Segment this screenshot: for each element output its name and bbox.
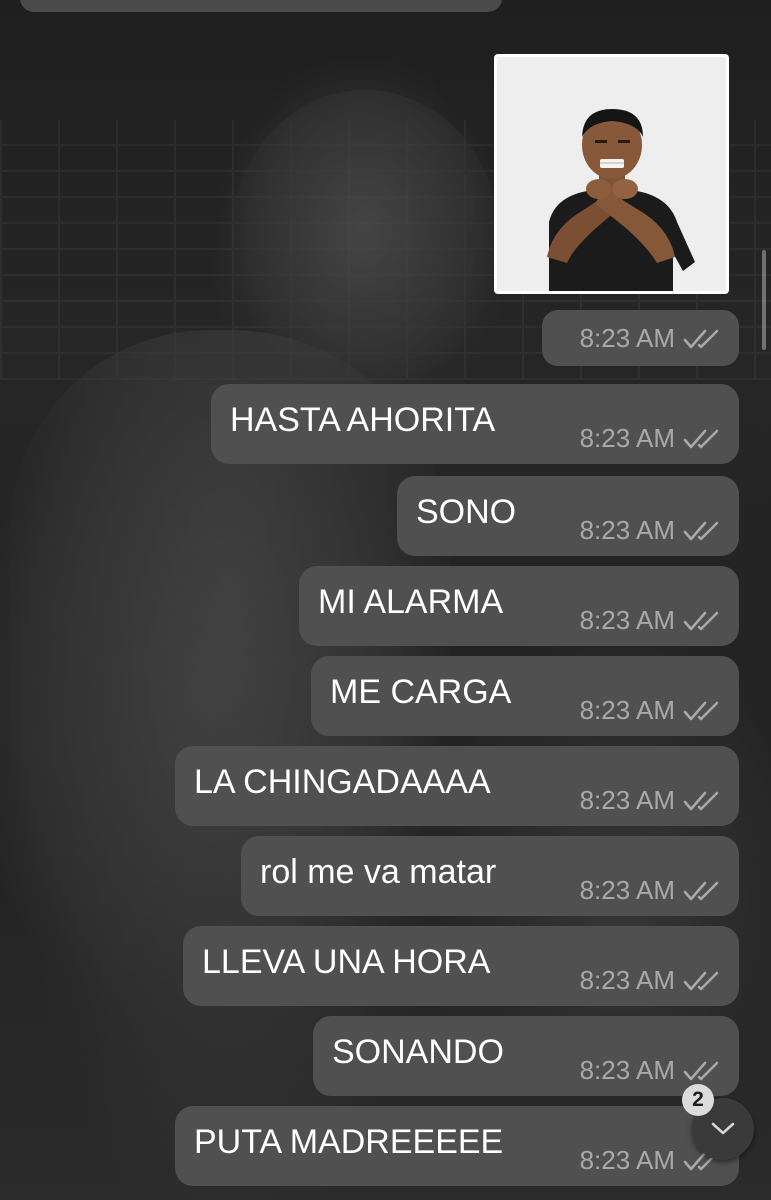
message-bubble[interactable]: SONANDO 8:23 AM	[313, 1016, 739, 1096]
message-meta: 8:23 AM	[580, 1055, 723, 1086]
double-check-icon	[683, 329, 719, 348]
message-meta: 8:23 AM	[580, 965, 723, 996]
message-text: SONANDO	[332, 1033, 504, 1071]
message-time: 8:23 AM	[579, 1145, 675, 1175]
message-meta: 8:23 AM	[580, 423, 723, 454]
message-time: 8:23 AM	[579, 695, 675, 725]
message-bubble[interactable]: LLEVA UNA HORA 8:23 AM	[183, 926, 739, 1006]
double-check-icon	[683, 971, 719, 990]
scroll-indicator[interactable]	[762, 250, 766, 350]
message-time: 8:23 AM	[579, 875, 675, 905]
message-bubble[interactable]: LA CHINGADAAAA 8:23 AM	[175, 746, 739, 826]
previous-message-bubble[interactable]	[20, 0, 502, 12]
message-time: 8:23 AM	[579, 323, 675, 353]
message-meta: 8:23 AM	[580, 785, 723, 816]
message-meta: 8:23 AM	[580, 515, 723, 546]
double-check-icon	[683, 611, 719, 630]
double-check-icon	[683, 701, 719, 720]
double-check-icon	[683, 1061, 719, 1080]
message-bubble[interactable]: ME CARGA 8:23 AM	[311, 656, 739, 736]
message-meta: 8:23 AM	[580, 323, 723, 354]
message-time: 8:23 AM	[579, 1055, 675, 1085]
double-check-icon	[683, 881, 719, 900]
message-text: SONO	[416, 493, 517, 531]
photo-message-meta: 8:23 AM	[542, 310, 739, 366]
message-text: PUTA MADREEEEE	[194, 1123, 504, 1161]
message-time: 8:23 AM	[579, 423, 675, 453]
unread-count-badge: 2	[682, 1084, 714, 1116]
message-text: LLEVA UNA HORA	[202, 943, 491, 981]
message-bubble[interactable]: HASTA AHORITA 8:23 AM	[211, 384, 739, 464]
message-text: rol me va matar	[260, 853, 497, 891]
message-time: 8:23 AM	[579, 605, 675, 635]
message-time: 8:23 AM	[579, 785, 675, 815]
message-bubble[interactable]: MI ALARMA 8:23 AM	[299, 566, 739, 646]
photo-message[interactable]	[494, 54, 729, 294]
message-text: ME CARGA	[330, 673, 512, 711]
message-meta: 8:23 AM	[580, 875, 723, 906]
message-bubble[interactable]: rol me va matar 8:23 AM	[241, 836, 739, 916]
message-time: 8:23 AM	[579, 965, 675, 995]
chevron-down-icon	[711, 1122, 735, 1135]
message-meta: 8:23 AM	[580, 695, 723, 726]
message-text: LA CHINGADAAAA	[194, 763, 491, 801]
message-meta: 8:23 AM	[580, 605, 723, 636]
message-bubble[interactable]: PUTA MADREEEEE 8:23 AM	[175, 1106, 739, 1186]
double-check-icon	[683, 521, 719, 540]
message-text: HASTA AHORITA	[230, 401, 496, 439]
message-time: 8:23 AM	[579, 515, 675, 545]
sticker-image	[497, 57, 726, 291]
double-check-icon	[683, 791, 719, 810]
message-bubble[interactable]: SONO 8:23 AM	[397, 476, 739, 556]
double-check-icon	[683, 429, 719, 448]
message-text: MI ALARMA	[318, 583, 504, 621]
